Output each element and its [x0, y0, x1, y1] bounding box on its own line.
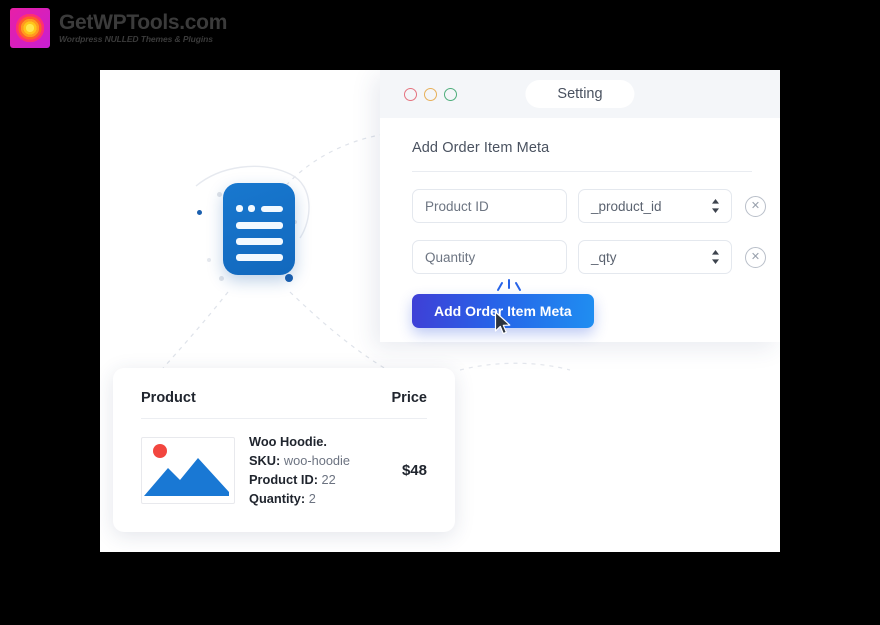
sunburst-logo-icon [10, 8, 50, 48]
close-icon[interactable] [404, 87, 417, 101]
product-price: $48 [401, 462, 427, 480]
settings-form: Add Order Item Meta Product ID _product_… [380, 118, 780, 335]
product-id-value: 22 [321, 471, 336, 487]
stepper-updown-icon[interactable] [711, 198, 720, 214]
document-illustration [195, 170, 325, 295]
brand-text: GetWPTools.com Wordpress NULLED Themes &… [59, 10, 228, 44]
site-logo[interactable]: GetWPTools.com Wordpress NULLED Themes &… [10, 8, 227, 48]
decor-dot [219, 276, 224, 281]
stepper-updown-icon[interactable] [711, 249, 720, 265]
quantity-value: 2 [308, 490, 316, 506]
sku-label: SKU: [249, 452, 281, 468]
minimize-icon[interactable] [424, 87, 437, 101]
settings-window: Setting Add Order Item Meta Product ID _… [380, 70, 780, 342]
submit-area: Add Order Item Meta [412, 279, 612, 335]
meta-label-input[interactable]: Product ID [412, 189, 567, 223]
product-id: Product ID: 22 [249, 471, 402, 490]
tab-setting[interactable]: Setting [525, 80, 635, 108]
image-placeholder-icon [141, 437, 235, 505]
remove-circle-icon[interactable]: ✕ [745, 195, 766, 217]
meta-row: Quantity _qty ✕ [412, 240, 780, 274]
remove-circle-icon[interactable]: ✕ [745, 246, 766, 268]
product-name: Woo Hoodie. [249, 433, 402, 452]
traffic-lights [404, 87, 457, 101]
product-row: Woo Hoodie. SKU: woo-hoodie Product ID: … [113, 419, 455, 509]
column-header-price: Price [391, 390, 427, 406]
maximize-icon[interactable] [444, 87, 457, 101]
product-id-label: Product ID: [249, 471, 318, 487]
meta-key-value: _qty [591, 249, 617, 265]
window-titlebar: Setting [380, 70, 780, 118]
product-meta: Woo Hoodie. SKU: woo-hoodie Product ID: … [249, 433, 402, 509]
card-header: Product Price [113, 368, 455, 406]
product-quantity: Quantity: 2 [249, 490, 402, 509]
product-name-text: Woo Hoodie. [249, 434, 327, 449]
column-header-product: Product [141, 390, 196, 406]
decor-dot [197, 210, 202, 215]
form-title: Add Order Item Meta [412, 140, 550, 156]
click-spark-icon [497, 279, 521, 291]
meta-key-value: _product_id [591, 198, 662, 214]
screenshot-root: GetWPTools.com Wordpress NULLED Themes &… [0, 0, 880, 625]
product-sku: SKU: woo-hoodie [249, 452, 402, 471]
product-card: Product Price Woo Hoodie. SKU: woo-hoodi… [113, 368, 455, 532]
form-divider [412, 171, 752, 172]
mouse-cursor-icon [494, 311, 511, 335]
meta-key-select[interactable]: _product_id [578, 189, 732, 223]
decor-dot [217, 192, 222, 197]
sku-value: woo-hoodie [283, 452, 351, 468]
decor-dot [207, 258, 211, 262]
meta-label-input[interactable]: Quantity [412, 240, 567, 274]
document-icon [223, 183, 295, 275]
decor-dot [285, 274, 293, 282]
brand-title: GetWPTools.com [59, 10, 228, 34]
quantity-label: Quantity: [249, 490, 306, 506]
brand-tagline: Wordpress NULLED Themes & Plugins [59, 33, 213, 44]
main-panel: Setting Add Order Item Meta Product ID _… [100, 70, 780, 552]
meta-key-select[interactable]: _qty [578, 240, 732, 274]
meta-row: Product ID _product_id ✕ [412, 189, 780, 223]
